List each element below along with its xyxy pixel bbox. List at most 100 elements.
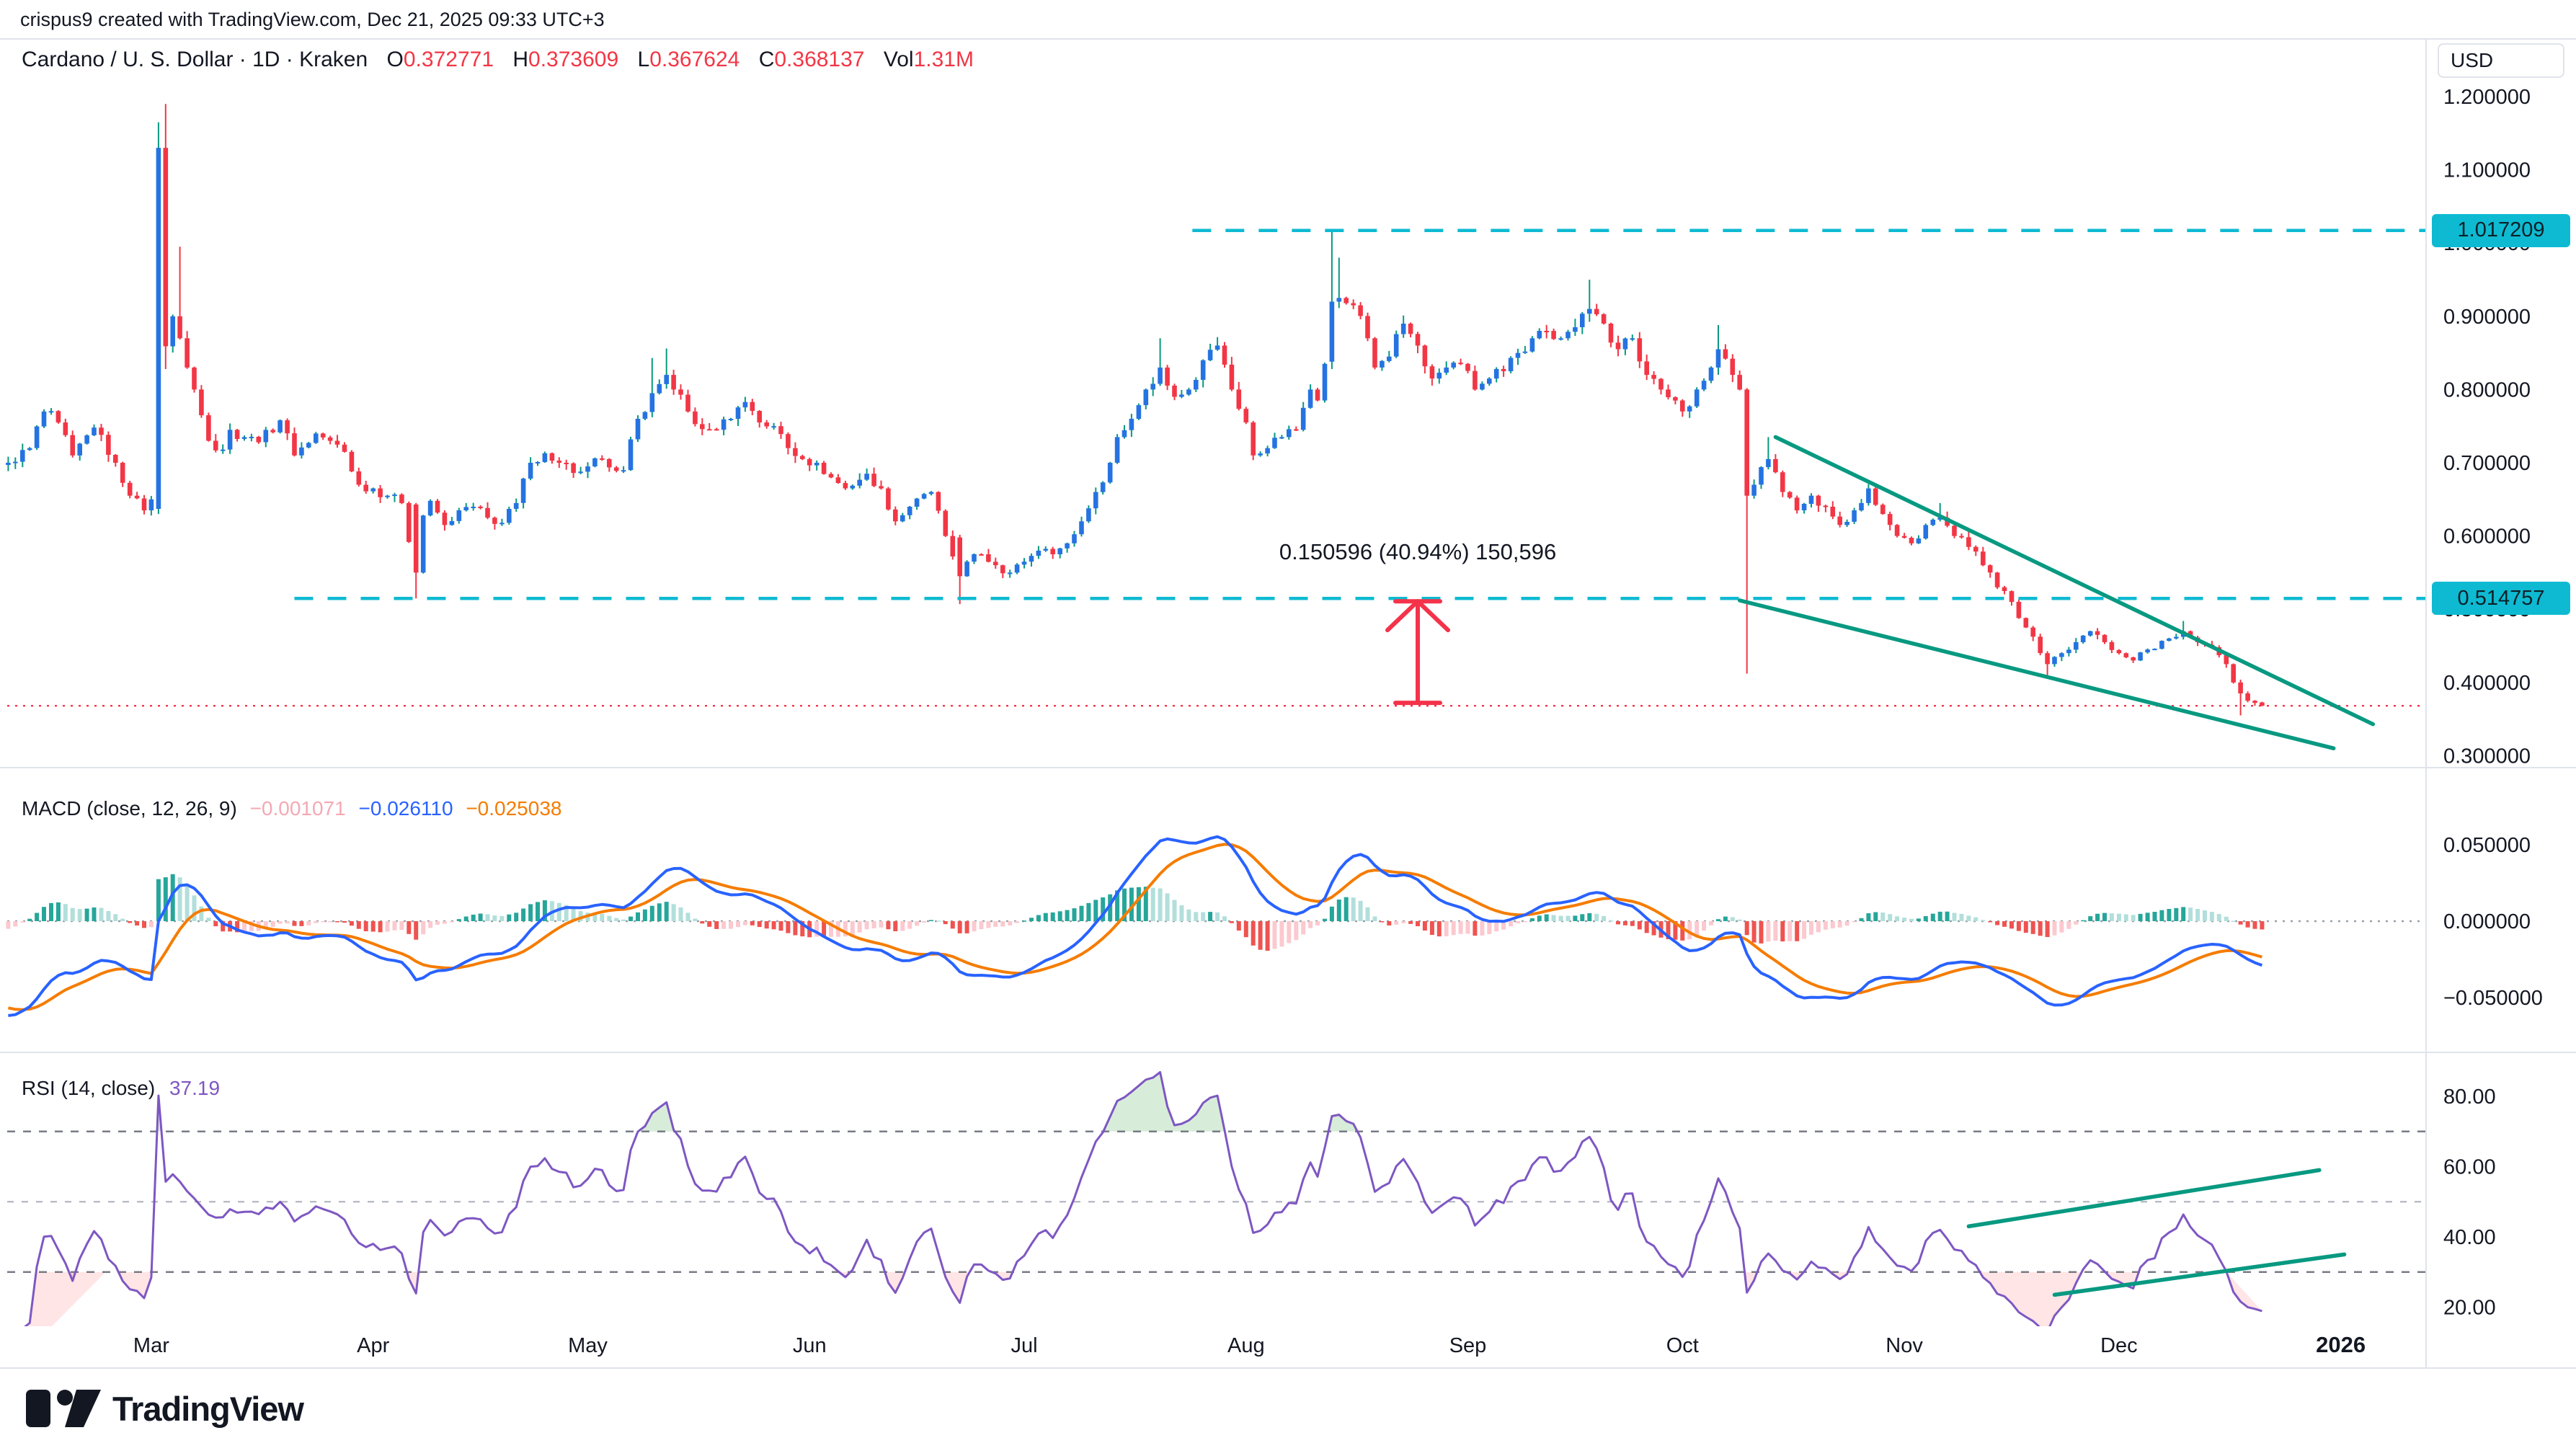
candle-body [128, 483, 133, 496]
macd-histogram-bar [1308, 921, 1313, 928]
candle-body [1501, 369, 1506, 371]
price-axis-label: 0.300000 [2443, 745, 2531, 768]
macd-histogram-bar [672, 904, 676, 921]
candle-body [1888, 514, 1893, 525]
macd-histogram-bar [1895, 916, 1899, 921]
candle-body [142, 499, 147, 511]
time-axis-month: May [568, 1334, 608, 1357]
macd-axis-label: −0.050000 [2443, 987, 2543, 1010]
tradingview-logo-icon [25, 1387, 104, 1430]
candle-body [1831, 507, 1836, 517]
symbol-legend[interactable]: Cardano / U. S. Dollar · 1D · Kraken O0.… [22, 48, 974, 72]
macd-histogram-bar [1594, 914, 1599, 921]
macd-histogram-bar [1845, 921, 1849, 925]
macd-histogram-bar [464, 917, 468, 922]
macd-histogram-bar [2038, 921, 2043, 936]
tradingview-logo[interactable]: TradingView [25, 1387, 303, 1430]
candle-body [1372, 338, 1377, 368]
candle-body [1323, 364, 1328, 401]
macd-histogram-bar [2217, 914, 2221, 921]
candle-body [564, 463, 569, 464]
macd-histogram-bar [2095, 914, 2100, 921]
candle-body [1709, 368, 1714, 381]
macd-histogram-bar [2195, 909, 2200, 921]
candle-body [685, 395, 690, 412]
candle-body [1759, 467, 1764, 484]
candle-body [814, 463, 820, 466]
candle-body [350, 452, 355, 471]
candle-body [2117, 650, 2122, 653]
candle-body [1573, 327, 1578, 332]
macd-histogram-bar [929, 920, 933, 921]
candle-body [1308, 389, 1313, 407]
macd-histogram-bar [1680, 921, 1684, 941]
candle-body [206, 415, 211, 440]
macd-histogram-bar [1423, 921, 1427, 931]
rsi-legend[interactable]: RSI (14, close) 37.19 [22, 1077, 228, 1100]
candle-body [1609, 324, 1614, 342]
macd-histogram-bar [271, 921, 275, 927]
candle-body [1065, 543, 1070, 549]
candle-body [1465, 364, 1470, 371]
candle-body [1365, 316, 1370, 338]
macd-histogram-bar [178, 877, 182, 921]
macd-histogram-bar [714, 921, 719, 929]
macd-histogram-bar [1351, 897, 1356, 921]
candle-body [421, 515, 426, 572]
macd-histogram-bar [2074, 921, 2078, 925]
macd-histogram-bar [1359, 901, 1363, 921]
macd-histogram-bar [1058, 911, 1062, 921]
candle-body [972, 554, 977, 561]
candle-body [2231, 664, 2236, 682]
macd-histogram-bar [314, 921, 318, 923]
macd-histogram-bar [2203, 910, 2207, 921]
macd-histogram-bar [729, 921, 733, 929]
candle-body [363, 485, 368, 492]
macd-histogram-bar [650, 906, 654, 921]
candle-body [1172, 386, 1177, 397]
macd-histogram-bar [1580, 914, 1584, 921]
candle-body [592, 458, 598, 466]
candle-body [1909, 538, 1914, 543]
candle-body [993, 561, 998, 565]
macd-histogram-bar [1208, 912, 1212, 921]
macd-legend[interactable]: MACD (close, 12, 26, 9) −0.001071 −0.026… [22, 797, 569, 820]
candle-body [1008, 572, 1013, 574]
candle-body [1287, 429, 1292, 437]
macd-histogram-bar [342, 921, 347, 923]
range-annotation-text[interactable]: 0.150596 (40.94%) 150,596 [1279, 539, 1556, 565]
macd-histogram-bar [486, 914, 490, 921]
candle-body [1129, 419, 1134, 430]
macd-histogram-bar [1545, 915, 1549, 922]
candle-body [1029, 556, 1034, 561]
candle-body [1844, 522, 1849, 525]
macd-histogram-bar [936, 920, 941, 922]
candle-body [1230, 365, 1235, 390]
macd-histogram-bar [1787, 921, 1792, 941]
macd-histogram-bar [893, 921, 897, 931]
macd-histogram-bar [1809, 921, 1813, 935]
macd-histogram-bar [1072, 908, 1077, 921]
candle-body [1995, 572, 2000, 587]
time-axis-month: Dec [2100, 1334, 2138, 1357]
macd-histogram-bar [1616, 921, 1620, 924]
candle-body [1716, 350, 1721, 368]
macd-histogram-bar [113, 914, 117, 921]
macd-histogram-bar [758, 921, 762, 927]
currency-axis-button[interactable]: USD [2438, 43, 2564, 78]
candle-body [1044, 549, 1049, 551]
ohlc-high-value: 0.373609 [528, 48, 618, 71]
candle-body [1050, 549, 1055, 555]
currency-label: USD [2451, 49, 2493, 72]
candle-body [335, 441, 340, 445]
macd-histogram-bar [1494, 921, 1498, 931]
candle-body [543, 453, 548, 462]
macd-histogram-bar [743, 921, 747, 925]
macd-histogram-bar [2081, 920, 2085, 922]
time-axis-month: Aug [1227, 1334, 1265, 1357]
macd-histogram-bar [2174, 908, 2178, 921]
candle-body [63, 422, 68, 435]
candle-body [285, 420, 290, 433]
candle-body [1194, 380, 1199, 389]
candle-body [893, 510, 898, 522]
